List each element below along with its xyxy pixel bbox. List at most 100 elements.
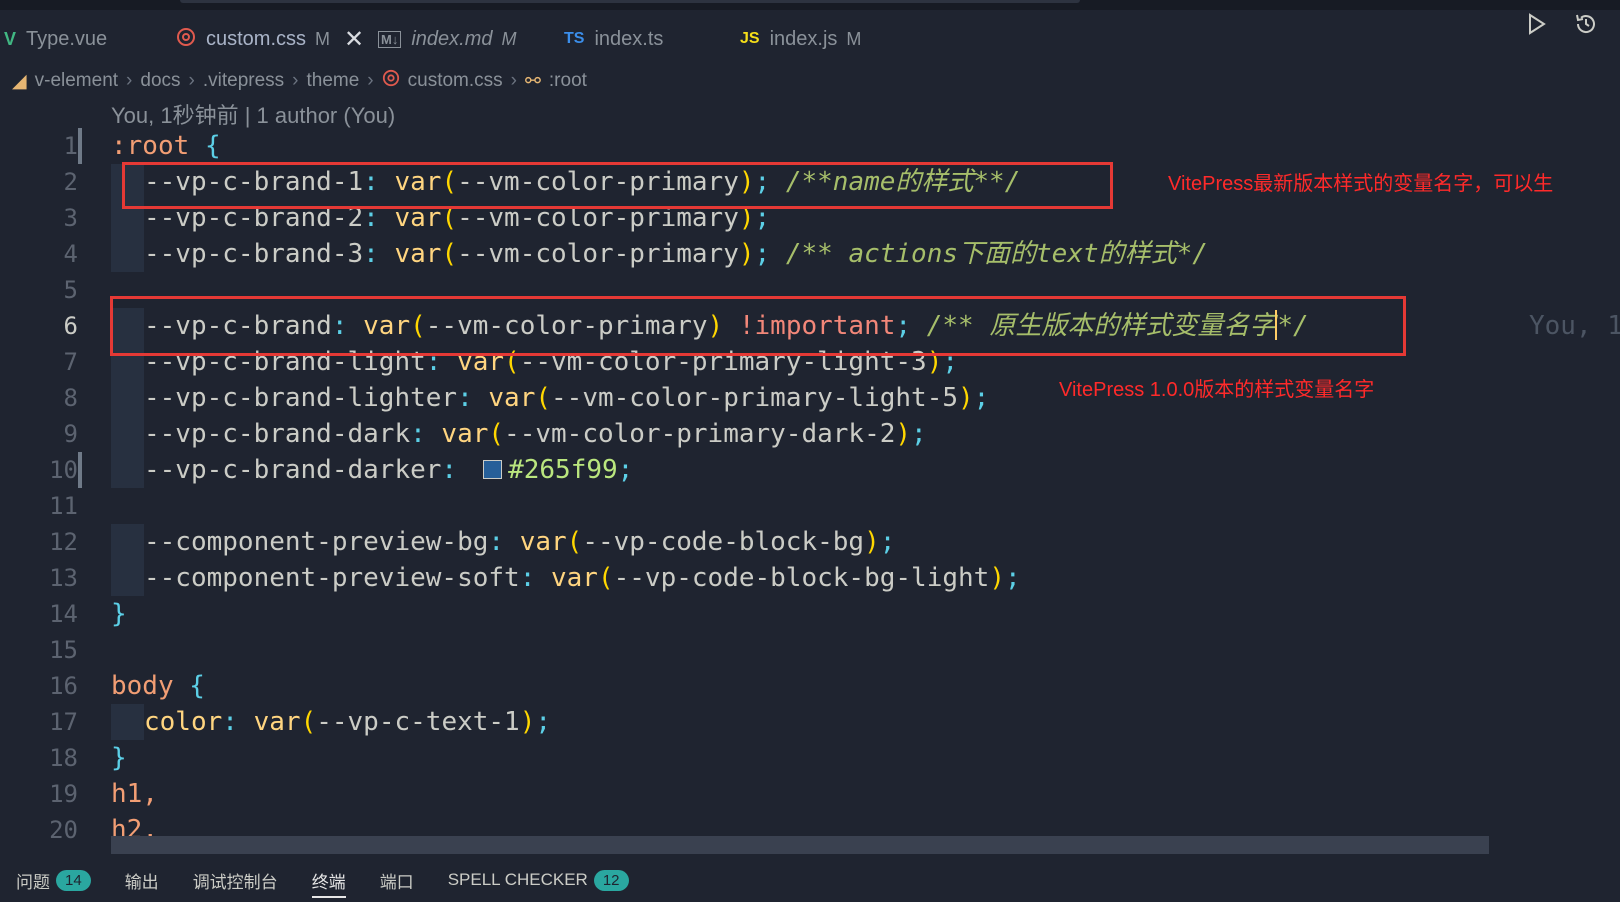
tab-problems[interactable]: 问题 14: [16, 858, 91, 902]
code-line: h1,: [111, 776, 1601, 812]
git-change-marker[interactable]: [78, 128, 82, 164]
editor-tabs: V Type.vue custom.css M ✕ M↓ index.md M …: [0, 12, 1620, 66]
horizontal-scrollbar[interactable]: [111, 836, 1489, 854]
code-line: --vp-c-brand-darker: #265f99;: [111, 452, 1601, 488]
breadcrumb-item[interactable]: custom.css: [408, 70, 503, 92]
count-badge: 12: [593, 869, 629, 891]
breadcrumb: ◢ v-element › docs › .vitepress › theme › cu…: [12, 66, 587, 96]
tab-ports[interactable]: 端口: [380, 858, 414, 902]
variable: --vp-code-block-bg: [582, 527, 865, 557]
tab-label: index.ts: [594, 27, 664, 50]
function: var: [441, 419, 489, 449]
line-number: 1: [63, 132, 78, 160]
line-number: 7: [63, 348, 78, 376]
tab-label: index.md: [411, 27, 493, 50]
timeline-history-icon[interactable]: [1574, 12, 1598, 43]
line-number: 6: [63, 312, 78, 340]
tab-label: index.js: [769, 27, 838, 50]
annotation-box: [122, 162, 1113, 209]
line-number: 12: [49, 528, 78, 556]
line-number: 14: [49, 600, 78, 628]
property: --vp-c-brand-darker: [144, 455, 442, 485]
selector: body: [111, 671, 174, 701]
code-line: --vp-c-brand-lighter: var(--vm-color-pri…: [111, 380, 1601, 416]
line-number: 19: [49, 780, 78, 808]
tab-type-vue[interactable]: V Type.vue: [4, 12, 107, 66]
tab-debug-console[interactable]: 调试控制台: [193, 858, 278, 902]
folder-icon: ◢: [12, 70, 27, 92]
line-number: 9: [63, 420, 78, 448]
code-line: body {: [111, 671, 205, 701]
breadcrumb-item[interactable]: theme: [306, 70, 359, 92]
panel-tabs: 问题 14 输出 调试控制台 终端 端口 SPELL CHECKER 12: [0, 858, 1620, 902]
tab-label: SPELL CHECKER: [447, 870, 588, 889]
annotation-box: [110, 296, 1406, 356]
breadcrumb-item[interactable]: :root: [549, 70, 587, 92]
code-line: }: [111, 743, 127, 773]
code-line: :root {: [111, 131, 221, 161]
variable: --vm-color-primary: [457, 239, 739, 269]
modified-indicator: M: [501, 28, 517, 49]
variable: --vm-color-primary-light-5: [551, 383, 959, 413]
line-number: 15: [49, 636, 78, 664]
code-editor[interactable]: :root { --vp-c-brand-1: var(--vm-color-p…: [111, 128, 1620, 848]
tab-label: 调试控制台: [192, 872, 278, 892]
git-change-marker[interactable]: [78, 452, 82, 488]
code-line: --component-preview-bg: var(--vp-code-bl…: [111, 524, 1601, 560]
variable: --vp-c-text-1: [316, 707, 520, 737]
line-number: 13: [49, 564, 78, 592]
title-bar: [0, 0, 1620, 10]
typescript-icon: TS: [564, 30, 585, 47]
line-number: 5: [63, 276, 78, 304]
function: var: [253, 707, 301, 737]
function: var: [488, 383, 536, 413]
line-number: 17: [49, 708, 78, 736]
line-number: 11: [49, 492, 78, 520]
css-icon: [176, 27, 196, 52]
line-numbers: 1 2 3 4 5 6 7 8 9 10 11 12 13 14 15 16 1…: [0, 128, 78, 848]
css-icon: [382, 69, 400, 93]
codelens-blame[interactable]: You, 1秒钟前 | 1 author (You): [111, 98, 395, 130]
tab-terminal[interactable]: 终端: [311, 858, 346, 902]
chevron-right-icon: ›: [510, 70, 517, 91]
selector: :root: [111, 131, 190, 161]
property: --component-preview-soft: [144, 563, 520, 593]
tab-index-js[interactable]: JS index.js M: [740, 12, 861, 66]
comment: /** actions下面的text的样式*/: [785, 239, 1208, 269]
property: --vp-c-brand-3: [144, 239, 364, 269]
color-swatch[interactable]: [483, 460, 503, 479]
javascript-icon: JS: [740, 30, 760, 47]
variable: --vm-color-primary-dark-2: [504, 419, 896, 449]
vue-icon: V: [4, 28, 17, 49]
run-icon[interactable]: [1526, 12, 1548, 43]
chevron-right-icon: ›: [126, 70, 133, 91]
line-number: 2: [63, 168, 78, 196]
breadcrumb-item[interactable]: docs: [140, 70, 180, 92]
tab-output[interactable]: 输出: [125, 858, 159, 902]
tab-label: 输出: [124, 872, 159, 892]
modified-indicator: M: [846, 28, 862, 49]
command-center[interactable]: [180, 0, 1080, 3]
property: --component-preview-bg: [144, 527, 489, 557]
line-number: 20: [49, 816, 78, 844]
tab-spell-checker[interactable]: SPELL CHECKER 12: [448, 858, 629, 902]
property: --vp-c-brand-lighter: [144, 383, 458, 413]
breadcrumb-item[interactable]: .vitepress: [203, 70, 284, 92]
tab-label: 终端: [311, 872, 346, 892]
line-number: 10: [49, 456, 78, 484]
close-icon[interactable]: ✕: [344, 25, 364, 54]
line-number: 3: [63, 204, 78, 232]
tab-label: 端口: [379, 872, 414, 892]
tab-label: Type.vue: [26, 27, 108, 50]
code-line: color: var(--vp-c-text-1);: [111, 704, 1601, 740]
selector: h1,: [111, 779, 158, 809]
function: var: [519, 527, 567, 557]
tab-index-ts[interactable]: TS index.ts: [564, 12, 663, 66]
tab-custom-css[interactable]: custom.css M ✕: [176, 12, 364, 66]
breadcrumb-item[interactable]: v-element: [35, 70, 118, 92]
code-line: --component-preview-soft: var(--vp-code-…: [111, 560, 1601, 596]
annotation-note: VitePress最新版本样式的变量名字，可以生: [1168, 173, 1554, 195]
tab-index-md[interactable]: M↓ index.md M: [378, 12, 517, 66]
